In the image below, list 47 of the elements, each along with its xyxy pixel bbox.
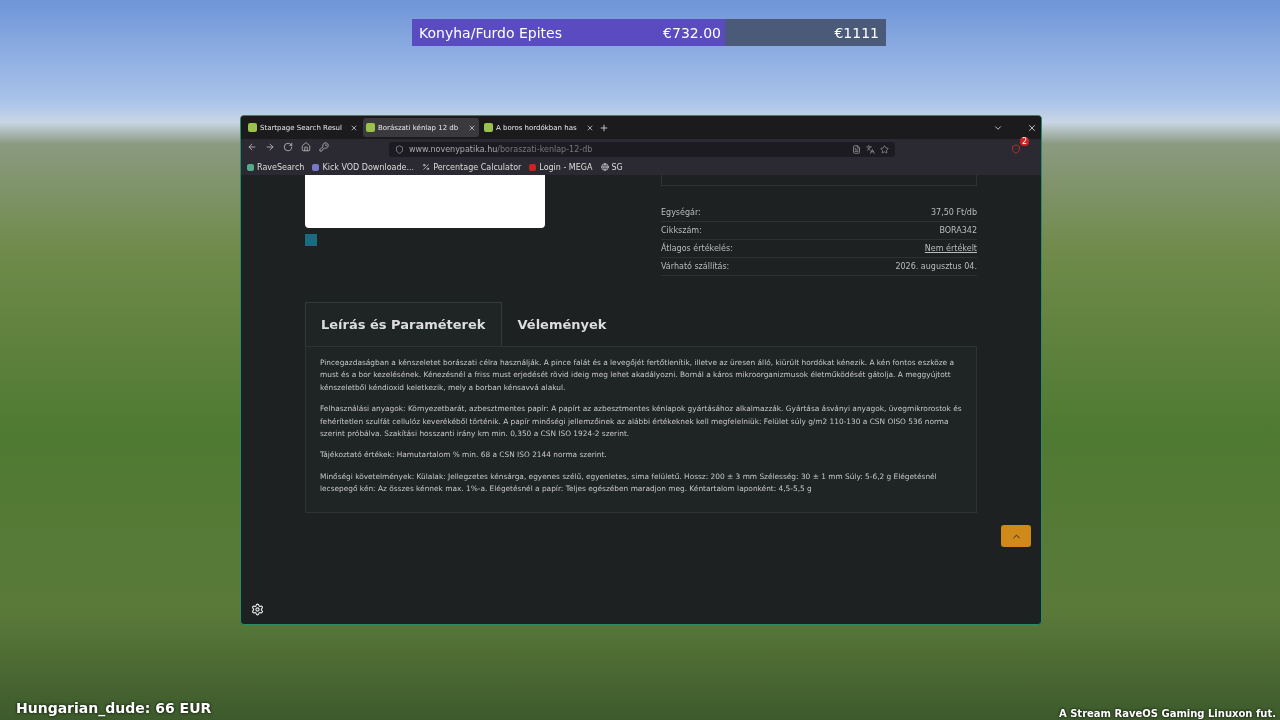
detail-label: Átlagos értékelés: — [661, 244, 733, 253]
close-icon[interactable] — [586, 123, 594, 132]
shield-icon — [395, 144, 404, 154]
home-icon[interactable] — [301, 141, 311, 152]
settings-icon[interactable] — [251, 603, 264, 616]
rating-link[interactable]: Nem értékelt — [924, 244, 977, 253]
close-icon[interactable] — [350, 123, 358, 132]
reload-icon[interactable] — [283, 141, 293, 152]
bookmark[interactable]: Login - MEGA — [529, 162, 593, 172]
close-icon[interactable] — [468, 123, 476, 132]
detail-label: Egységár: — [661, 208, 701, 217]
badge-count: 2 — [1019, 137, 1029, 146]
bookmark[interactable]: Percentage Calculator — [422, 162, 522, 172]
new-tab-icon[interactable] — [599, 122, 609, 133]
favicon-icon — [312, 163, 320, 171]
close-icon[interactable] — [1027, 122, 1037, 133]
detail-label: Várható szállítás: — [661, 262, 730, 271]
favicon-icon — [247, 163, 254, 171]
translate-icon[interactable] — [866, 144, 875, 154]
detail-value: 2026. augusztus 04. — [895, 262, 977, 271]
globe-icon — [600, 163, 609, 171]
donation-message: Hungarian_dude: 66 EUR — [16, 700, 212, 716]
detail-label: Cikkszám: — [661, 226, 702, 235]
detail-value: 37,50 Ft/db — [930, 208, 977, 217]
goal-label: Konyha/Furdo Epites — [418, 24, 563, 41]
goal-current: €732.00 — [662, 24, 722, 41]
stream-ticker: A Stream RaveOS Gaming Linuxon fut. — [1058, 708, 1276, 719]
star-icon[interactable] — [880, 144, 889, 154]
bookmark[interactable]: RaveSearch — [247, 162, 305, 172]
bookmark[interactable]: Kick VOD Downloade... — [312, 162, 415, 172]
favicon-icon — [248, 123, 257, 132]
content-tab[interactable]: Vélemények — [501, 302, 623, 346]
favicon-icon — [529, 163, 537, 171]
bookmark[interactable]: SG — [600, 162, 623, 172]
favicon-icon — [484, 123, 493, 132]
url-domain: www.novenypatika.hu — [409, 144, 498, 154]
favicon-icon — [366, 123, 375, 132]
detail-value: BORA342 — [939, 226, 977, 235]
address-bar[interactable]: www.novenypatika.hu/boraszati-kenlap-12-db — [389, 141, 895, 157]
goal-target: €1111 — [833, 24, 880, 41]
key-icon[interactable] — [319, 141, 329, 152]
reader-icon[interactable] — [852, 144, 861, 154]
back-icon[interactable] — [247, 141, 257, 152]
percent-icon — [422, 163, 431, 171]
content-tab[interactable]: Leírás és Paraméterek — [305, 302, 502, 346]
forward-icon[interactable] — [265, 141, 275, 152]
url-path: /boraszati-kenlap-12-db — [497, 144, 594, 154]
